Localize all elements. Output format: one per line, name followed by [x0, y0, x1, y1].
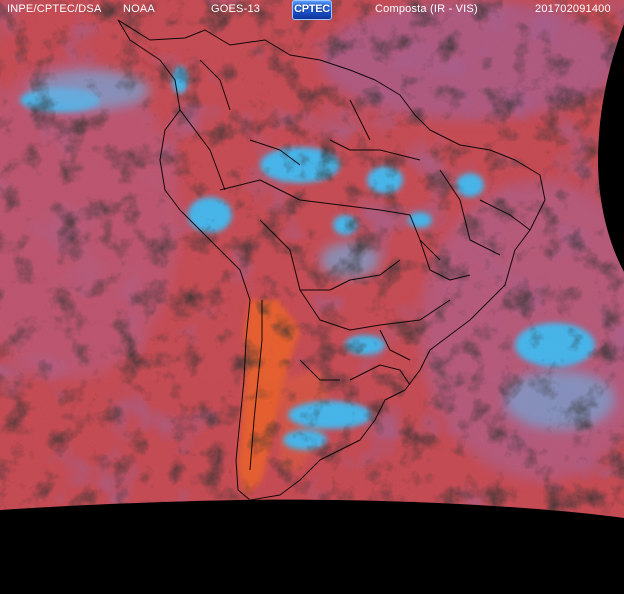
earth-disk: [0, 0, 624, 518]
satellite-label: GOES-13: [211, 3, 261, 15]
satellite-map: [0, 0, 624, 594]
timestamp-label: 201702091400: [535, 3, 611, 15]
logo-text: CPTEC: [294, 3, 330, 15]
cptec-logo-icon: CPTEC: [292, 0, 332, 20]
product-label: Composta (IR - VIS): [375, 3, 478, 15]
partner-label: NOAA: [123, 3, 155, 15]
agency-label: INPE/CPTEC/DSA: [7, 3, 102, 15]
